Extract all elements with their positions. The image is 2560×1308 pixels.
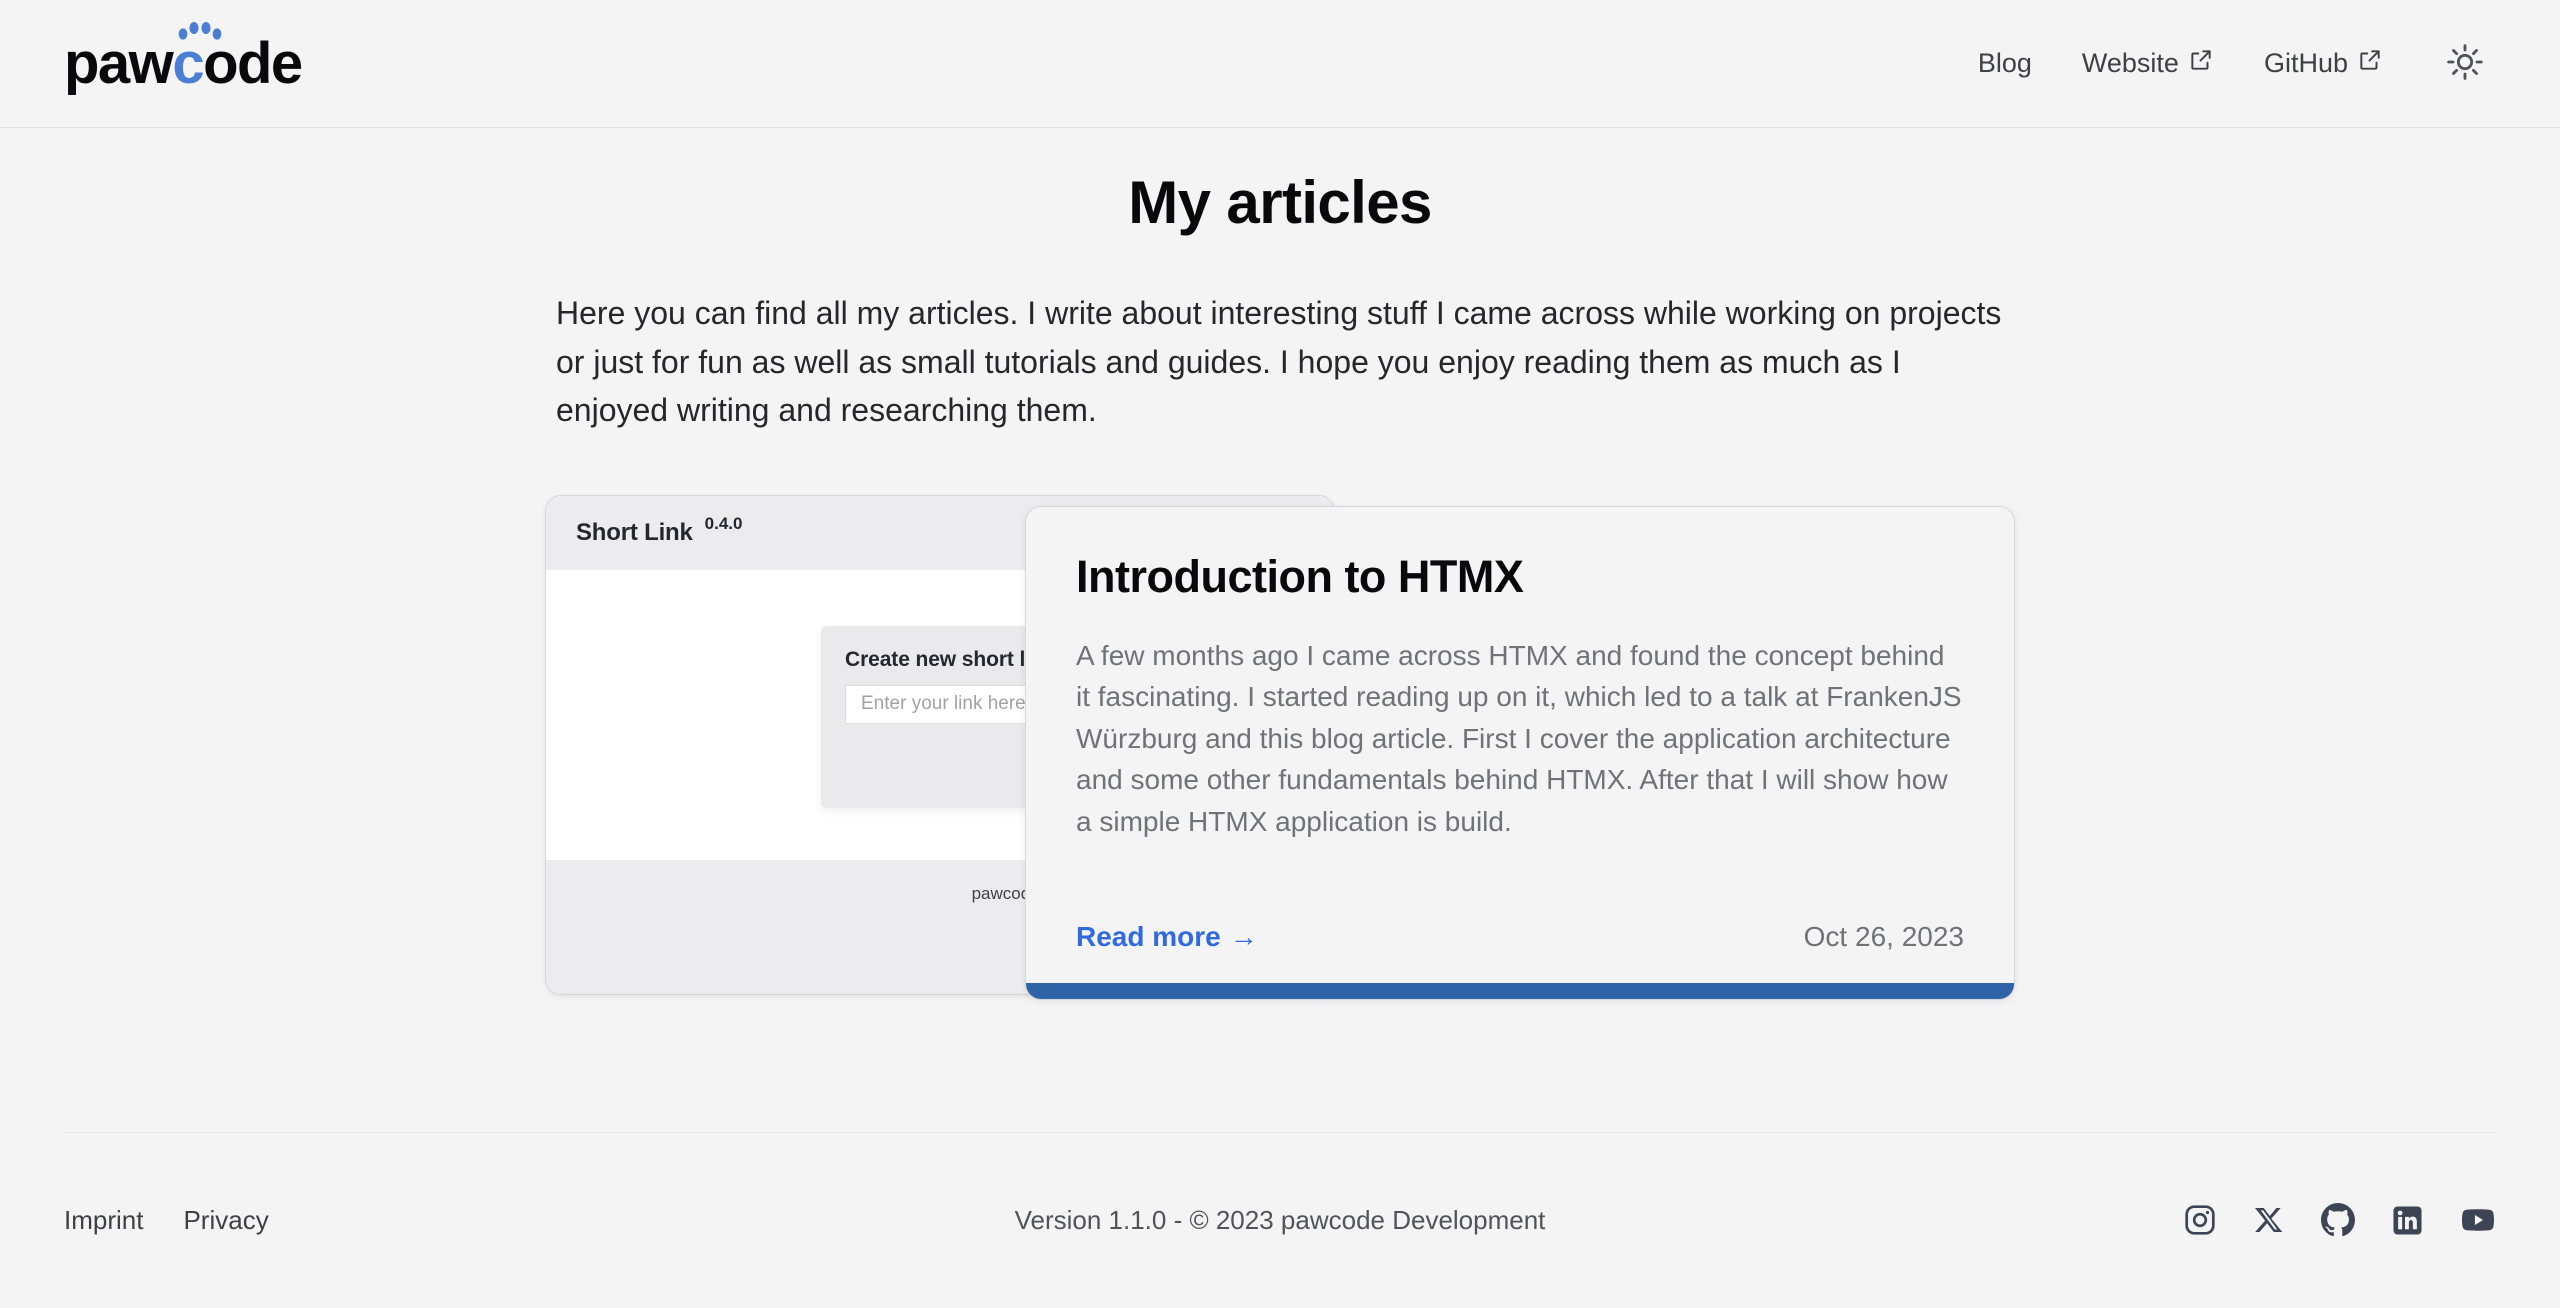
linkedin-icon[interactable] <box>2391 1204 2424 1237</box>
article-title: Introduction to HTMX <box>1076 551 1964 603</box>
logo-text-paw: paw <box>64 35 172 93</box>
main-content: My articles Here you can find all my art… <box>0 128 2560 1015</box>
footer-link-imprint[interactable]: Imprint <box>64 1205 143 1236</box>
footer-legal-links: Imprint Privacy <box>64 1205 269 1236</box>
youtube-icon[interactable] <box>2460 1202 2496 1238</box>
page-intro-text: Here you can find all my articles. I wri… <box>556 289 2004 435</box>
instagram-icon[interactable] <box>2183 1203 2217 1237</box>
paw-pads-icon <box>177 21 223 41</box>
nav-link-website-label: Website <box>2082 48 2179 79</box>
footer-social-links <box>2183 1202 2496 1238</box>
footer-inner: Imprint Privacy Version 1.1.0 - © 2023 p… <box>0 1132 2560 1308</box>
read-more-link[interactable]: Read more → <box>1076 921 1258 953</box>
thumbnail-link-input-placeholder: Enter your link here <box>861 693 1026 715</box>
nav-link-github[interactable]: GitHub <box>2239 38 2408 89</box>
main-nav: Blog Website GitHub <box>1953 33 2496 95</box>
theme-toggle-button[interactable] <box>2434 33 2496 95</box>
thumbnail-app-version: 0.4.0 <box>705 514 743 534</box>
nav-link-blog[interactable]: Blog <box>1953 38 2057 89</box>
article-accent-bar <box>1026 983 2014 999</box>
site-logo[interactable]: pawcode <box>64 35 302 93</box>
read-more-label: Read more <box>1076 921 1221 953</box>
arrow-right-icon: → <box>1230 921 1258 953</box>
article-meta: Read more → Oct 26, 2023 <box>1076 921 1964 953</box>
articles-list: Short Link 0.4.0 Create new short link E… <box>545 495 2015 1015</box>
article-content-panel[interactable]: Introduction to HTMX A few months ago I … <box>1025 506 2015 1000</box>
article-card[interactable]: Short Link 0.4.0 Create new short link E… <box>545 495 2015 1000</box>
footer-link-privacy[interactable]: Privacy <box>183 1205 268 1236</box>
x-twitter-icon[interactable] <box>2253 1204 2285 1236</box>
nav-link-github-label: GitHub <box>2264 48 2348 79</box>
github-icon[interactable] <box>2321 1203 2355 1237</box>
thumbnail-app-name: Short Link <box>576 519 693 547</box>
logo-c-with-paw: c <box>172 35 203 93</box>
nav-link-blog-label: Blog <box>1978 48 2032 79</box>
article-date: Oct 26, 2023 <box>1804 921 1964 953</box>
page-title: My articles <box>0 168 2560 237</box>
external-link-icon <box>2188 47 2214 73</box>
article-excerpt: A few months ago I came across HTMX and … <box>1076 635 1964 842</box>
sun-icon <box>2445 42 2485 85</box>
site-footer: Imprint Privacy Version 1.1.0 - © 2023 p… <box>0 1132 2560 1308</box>
nav-link-website[interactable]: Website <box>2057 38 2239 89</box>
external-link-icon <box>2357 47 2383 73</box>
footer-copyright: Version 1.1.0 - © 2023 pawcode Developme… <box>1015 1205 1546 1236</box>
site-header: pawcode Blog Website GitHub <box>0 0 2560 128</box>
logo-text-ode: ode <box>203 35 302 93</box>
